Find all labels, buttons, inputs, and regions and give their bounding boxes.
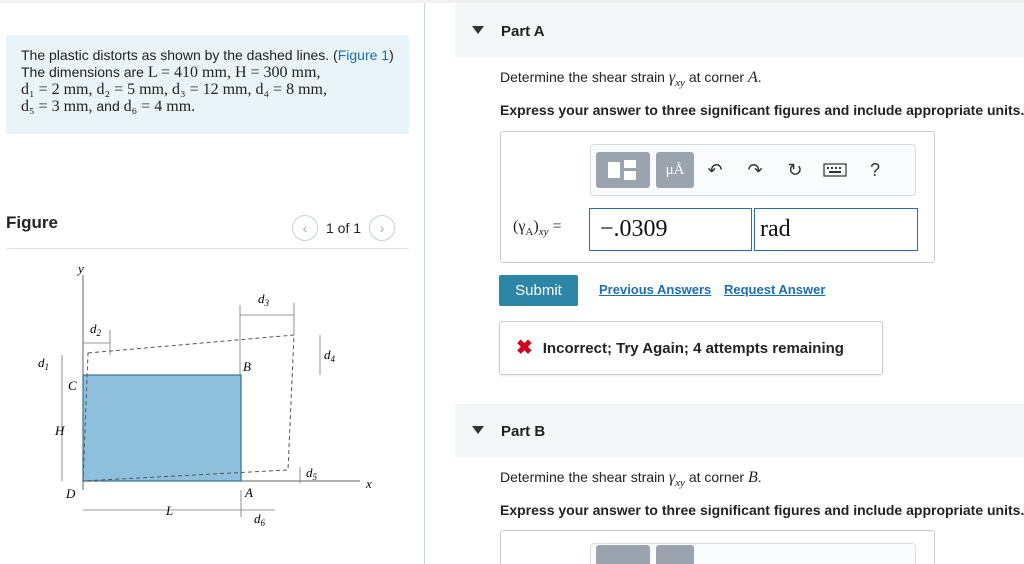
part-b-header[interactable]: Part B <box>455 404 1024 458</box>
dims-line-2: d₁ = 2 mm, d₂ = 5 mm, d₃ = 12 mm, d₄ = 8… <box>21 81 327 98</box>
part-a-title: Part A <box>501 23 545 40</box>
label-d4: d4 <box>324 347 336 364</box>
figure-rule <box>6 248 409 249</box>
keyboard-icon[interactable] <box>816 152 854 188</box>
label-L: L <box>165 503 173 518</box>
label-y: y <box>76 261 84 276</box>
problem-statement: The plastic distorts as shown by the das… <box>6 35 409 134</box>
label-H: H <box>54 423 65 438</box>
figure-link[interactable]: Figure 1 <box>338 47 389 63</box>
undo-icon[interactable]: ↶ <box>696 152 734 188</box>
label-C: C <box>68 378 77 393</box>
dims-and: and <box>92 98 124 114</box>
redo-icon[interactable]: ↷ <box>736 152 774 188</box>
previous-answers-link[interactable]: Previous Answers <box>599 282 711 297</box>
answer-unit-input[interactable]: rad <box>754 208 918 251</box>
part-b-question: Determine the shear strain γxy at corner… <box>500 469 762 489</box>
collapse-triangle-icon[interactable] <box>472 26 484 34</box>
dims-line-3b: d₆ = 4 mm. <box>123 98 196 115</box>
label-d1: d1 <box>38 355 49 372</box>
template-icon[interactable] <box>596 545 650 564</box>
submit-button[interactable]: Submit <box>499 275 578 306</box>
collapse-triangle-icon[interactable] <box>472 426 484 434</box>
part-b-answer-box <box>500 530 935 564</box>
label-d3: d3 <box>258 291 270 308</box>
part-a-question: Determine the shear strain γxy at corner… <box>500 69 762 89</box>
label-x: x <box>365 476 372 491</box>
help-button[interactable]: ? <box>856 152 894 188</box>
chevron-right-icon[interactable]: › <box>369 215 396 241</box>
units-button[interactable] <box>656 545 694 564</box>
math-toolbar-b <box>590 543 916 564</box>
part-a-answer-box: μÅ ↶ ↷ ↻ ? (γA)xy = −.0309 rad <box>500 131 935 263</box>
units-button[interactable]: μÅ <box>656 152 694 188</box>
label-d2: d2 <box>90 321 102 338</box>
feedback-box: ✖ Incorrect; Try Again; 4 attempts remai… <box>499 321 883 375</box>
chevron-left-icon[interactable]: ‹ <box>292 215 318 241</box>
template-icon[interactable] <box>596 152 650 188</box>
problem-intro: The plastic distorts as shown by the das… <box>21 47 338 63</box>
dims-line-1: L = 410 mm, H = 300 mm, <box>147 64 321 81</box>
reset-icon[interactable]: ↻ <box>776 152 814 188</box>
part-b-instruction: Express your answer to three significant… <box>500 502 1024 518</box>
label-D: D <box>65 486 76 501</box>
x-icon: ✖ <box>516 337 533 359</box>
answer-value-input[interactable]: −.0309 <box>589 208 752 251</box>
panel-divider <box>424 3 425 564</box>
part-a-header[interactable]: Part A <box>455 4 1024 58</box>
answer-label: (γA)xy = <box>513 218 562 239</box>
figure-heading: Figure <box>6 213 58 232</box>
figure-pager: ‹ 1 of 1 › <box>292 215 396 241</box>
label-d6: d6 <box>254 511 266 528</box>
request-answer-link[interactable]: Request Answer <box>724 282 825 297</box>
top-border <box>0 0 1024 3</box>
feedback-text: Incorrect; Try Again; 4 attempts remaini… <box>542 339 844 357</box>
label-A: A <box>244 485 253 500</box>
plastic-block <box>82 374 242 482</box>
part-a-instruction: Express your answer to three significant… <box>500 102 1024 118</box>
dims-line-3a: d₅ = 3 mm, <box>21 98 93 115</box>
label-d5: d5 <box>306 465 318 482</box>
figure-diagram: y x d2 d3 d4 d1 d5 d6 C B A D H L <box>38 261 372 528</box>
pager-text: 1 of 1 <box>326 220 362 236</box>
math-toolbar: μÅ ↶ ↷ ↻ ? <box>590 144 916 196</box>
part-b-title: Part B <box>501 423 546 440</box>
label-B: B <box>243 359 251 374</box>
